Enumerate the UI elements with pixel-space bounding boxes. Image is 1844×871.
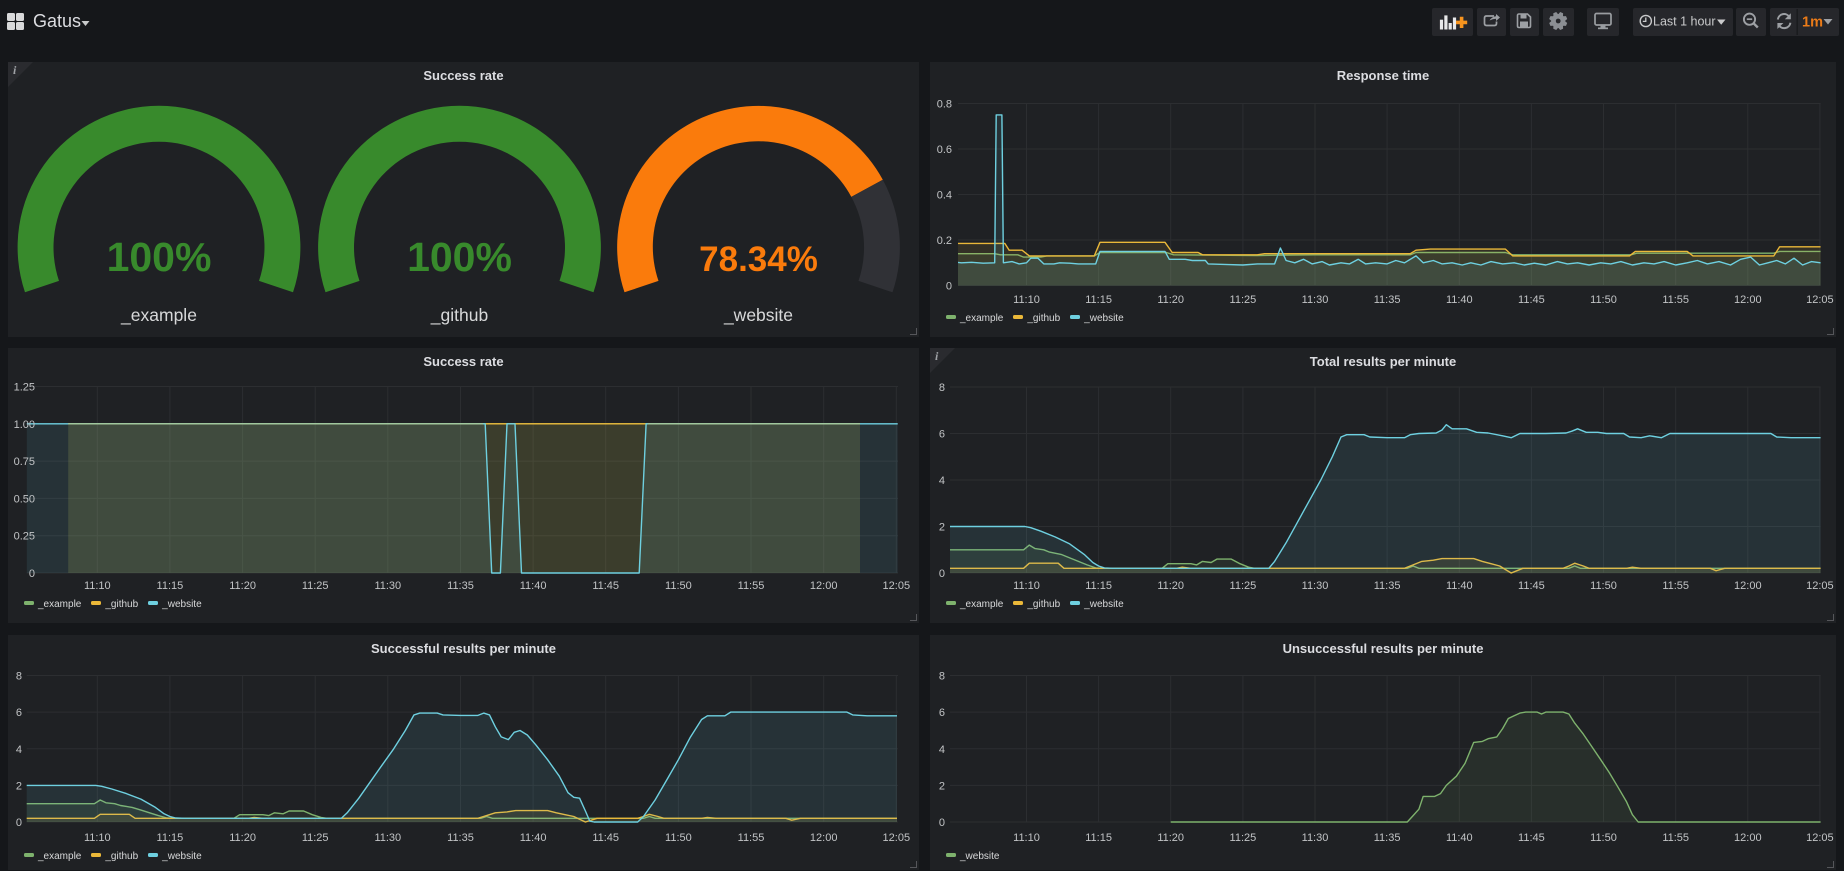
svg-text:2: 2 bbox=[939, 522, 945, 534]
svg-text:12:00: 12:00 bbox=[810, 580, 838, 592]
svg-text:11:35: 11:35 bbox=[447, 580, 474, 592]
svg-text:11:15: 11:15 bbox=[1085, 294, 1112, 306]
svg-text:78.34%: 78.34% bbox=[699, 240, 818, 279]
svg-text:12:00: 12:00 bbox=[810, 832, 838, 844]
svg-text:12:00: 12:00 bbox=[1734, 580, 1762, 592]
svg-text:11:30: 11:30 bbox=[374, 580, 401, 592]
svg-text:11:10: 11:10 bbox=[1013, 580, 1040, 592]
svg-text:11:55: 11:55 bbox=[1662, 832, 1689, 844]
svg-text:1.25: 1.25 bbox=[14, 382, 35, 394]
svg-text:8: 8 bbox=[16, 671, 22, 683]
svg-text:0.50: 0.50 bbox=[14, 493, 35, 505]
svg-text:11:15: 11:15 bbox=[157, 580, 184, 592]
svg-text:11:30: 11:30 bbox=[374, 832, 401, 844]
svg-text:11:55: 11:55 bbox=[1662, 580, 1689, 592]
svg-text:11:25: 11:25 bbox=[302, 832, 329, 844]
svg-text:6: 6 bbox=[16, 707, 22, 719]
svg-text:12:05: 12:05 bbox=[1806, 580, 1834, 592]
svg-text:8: 8 bbox=[939, 671, 945, 683]
svg-text:11:40: 11:40 bbox=[1446, 580, 1473, 592]
svg-text:11:15: 11:15 bbox=[1085, 580, 1112, 592]
svg-text:11:45: 11:45 bbox=[1518, 580, 1545, 592]
svg-text:0: 0 bbox=[939, 817, 945, 829]
svg-text:11:50: 11:50 bbox=[665, 832, 692, 844]
svg-text:6: 6 bbox=[939, 429, 945, 441]
svg-text:12:00: 12:00 bbox=[1734, 832, 1762, 844]
svg-text:4: 4 bbox=[939, 475, 945, 487]
svg-text:11:30: 11:30 bbox=[1302, 832, 1329, 844]
svg-text:11:10: 11:10 bbox=[84, 580, 111, 592]
svg-text:11:35: 11:35 bbox=[1374, 832, 1401, 844]
svg-text:11:40: 11:40 bbox=[520, 832, 547, 844]
svg-text:11:25: 11:25 bbox=[1230, 294, 1257, 306]
svg-text:8: 8 bbox=[939, 382, 945, 394]
svg-text:11:50: 11:50 bbox=[1590, 294, 1617, 306]
svg-text:_example: _example bbox=[120, 305, 197, 326]
svg-text:12:05: 12:05 bbox=[883, 832, 911, 844]
svg-text:11:10: 11:10 bbox=[1013, 294, 1040, 306]
svg-text:11:20: 11:20 bbox=[229, 832, 256, 844]
svg-text:0: 0 bbox=[946, 281, 952, 293]
svg-text:2: 2 bbox=[939, 780, 945, 792]
svg-text:4: 4 bbox=[16, 744, 22, 756]
svg-text:11:10: 11:10 bbox=[84, 832, 111, 844]
svg-text:12:05: 12:05 bbox=[1806, 294, 1834, 306]
svg-text:_github: _github bbox=[430, 305, 488, 326]
svg-text:11:30: 11:30 bbox=[1302, 580, 1329, 592]
svg-text:11:55: 11:55 bbox=[738, 832, 765, 844]
svg-text:1.00: 1.00 bbox=[14, 419, 35, 431]
svg-text:11:50: 11:50 bbox=[665, 580, 692, 592]
svg-text:11:25: 11:25 bbox=[302, 580, 329, 592]
svg-text:100%: 100% bbox=[407, 234, 512, 280]
svg-text:0.8: 0.8 bbox=[937, 99, 952, 111]
svg-text:11:35: 11:35 bbox=[1374, 294, 1401, 306]
svg-text:11:50: 11:50 bbox=[1590, 580, 1617, 592]
svg-text:11:25: 11:25 bbox=[1230, 832, 1257, 844]
svg-text:11:10: 11:10 bbox=[1013, 832, 1040, 844]
svg-text:0.4: 0.4 bbox=[937, 190, 952, 202]
svg-text:11:15: 11:15 bbox=[1085, 832, 1112, 844]
svg-text:1m: 1m bbox=[1802, 15, 1823, 31]
svg-text:2: 2 bbox=[16, 780, 22, 792]
svg-text:11:55: 11:55 bbox=[738, 580, 765, 592]
svg-text:12:05: 12:05 bbox=[1806, 832, 1834, 844]
svg-text:11:55: 11:55 bbox=[1662, 294, 1689, 306]
svg-text:11:30: 11:30 bbox=[1302, 294, 1329, 306]
svg-text:11:20: 11:20 bbox=[1157, 294, 1184, 306]
svg-text:11:40: 11:40 bbox=[1446, 832, 1473, 844]
svg-text:11:40: 11:40 bbox=[520, 580, 547, 592]
svg-text:11:45: 11:45 bbox=[1518, 832, 1545, 844]
svg-text:12:05: 12:05 bbox=[883, 580, 911, 592]
svg-text:11:45: 11:45 bbox=[592, 580, 619, 592]
svg-text:0: 0 bbox=[16, 817, 22, 829]
svg-text:100%: 100% bbox=[107, 234, 212, 280]
svg-text:12:00: 12:00 bbox=[1734, 294, 1762, 306]
svg-text:11:35: 11:35 bbox=[1374, 580, 1401, 592]
svg-text:11:40: 11:40 bbox=[1446, 294, 1473, 306]
svg-text:Last 1 hour: Last 1 hour bbox=[1653, 15, 1716, 29]
svg-text:11:20: 11:20 bbox=[229, 580, 256, 592]
svg-text:0: 0 bbox=[29, 568, 35, 580]
svg-text:11:35: 11:35 bbox=[447, 832, 474, 844]
svg-text:0: 0 bbox=[939, 568, 945, 580]
svg-text:4: 4 bbox=[939, 744, 945, 756]
svg-text:11:25: 11:25 bbox=[1230, 580, 1257, 592]
svg-text:11:50: 11:50 bbox=[1590, 832, 1617, 844]
svg-text:11:20: 11:20 bbox=[1157, 580, 1184, 592]
svg-text:0.6: 0.6 bbox=[937, 144, 952, 156]
svg-text:_website: _website bbox=[723, 305, 793, 326]
svg-text:11:20: 11:20 bbox=[1157, 832, 1184, 844]
svg-text:0.25: 0.25 bbox=[14, 531, 35, 543]
svg-text:11:45: 11:45 bbox=[1518, 294, 1545, 306]
svg-text:6: 6 bbox=[939, 707, 945, 719]
svg-text:11:45: 11:45 bbox=[592, 832, 619, 844]
svg-text:11:15: 11:15 bbox=[157, 832, 184, 844]
svg-text:0.2: 0.2 bbox=[937, 235, 952, 247]
svg-text:0.75: 0.75 bbox=[14, 456, 35, 468]
